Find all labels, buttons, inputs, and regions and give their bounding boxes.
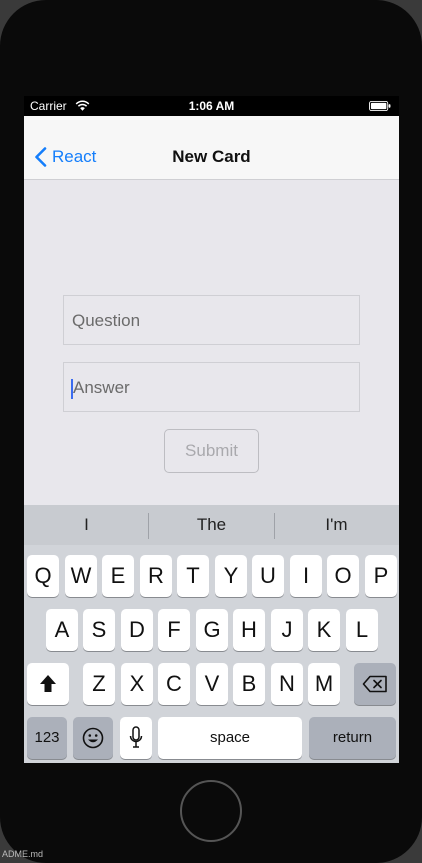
key-v[interactable]: V — [196, 663, 228, 705]
suggestion-item[interactable]: The — [149, 505, 274, 545]
submit-button[interactable]: Submit — [164, 429, 259, 473]
backspace-icon — [362, 675, 387, 693]
suggestion-item[interactable]: I — [24, 505, 149, 545]
key-c[interactable]: C — [158, 663, 190, 705]
page-title: New Card — [172, 147, 251, 166]
key-p[interactable]: P — [365, 555, 397, 597]
key-f[interactable]: F — [158, 609, 190, 651]
emoji-icon — [82, 727, 104, 749]
emoji-key[interactable] — [73, 717, 113, 759]
key-y[interactable]: Y — [215, 555, 247, 597]
key-l[interactable]: L — [346, 609, 378, 651]
key-a[interactable]: A — [46, 609, 78, 651]
shift-icon — [40, 675, 56, 692]
phone-screen: Carrier 1:06 AM React New Card Question … — [24, 96, 399, 763]
home-button[interactable] — [180, 780, 242, 842]
answer-placeholder: Answer — [73, 378, 130, 397]
navigation-bar: React New Card — [24, 116, 399, 180]
key-m[interactable]: M — [308, 663, 340, 705]
space-key[interactable]: space — [158, 717, 302, 759]
delete-key[interactable] — [354, 663, 396, 705]
keyboard: I The I'm Q W E R T Y U I O P A S D F G … — [24, 505, 399, 763]
background-window-text: ADME.md — [2, 849, 44, 859]
key-q[interactable]: Q — [27, 555, 59, 597]
key-e[interactable]: E — [102, 555, 134, 597]
key-s[interactable]: S — [83, 609, 115, 651]
shift-key[interactable] — [27, 663, 69, 705]
key-g[interactable]: G — [196, 609, 228, 651]
key-h[interactable]: H — [233, 609, 265, 651]
dictation-key[interactable] — [120, 717, 152, 759]
numbers-key[interactable]: 123 — [27, 717, 67, 759]
key-d[interactable]: D — [121, 609, 153, 651]
suggestion-bar: I The I'm — [24, 505, 399, 545]
key-r[interactable]: R — [140, 555, 172, 597]
question-input[interactable]: Question — [63, 295, 360, 345]
question-placeholder: Question — [72, 311, 141, 330]
status-time: 1:06 AM — [188, 99, 235, 113]
key-j[interactable]: J — [271, 609, 303, 651]
status-bar: Carrier 1:06 AM — [24, 96, 399, 116]
key-n[interactable]: N — [271, 663, 303, 705]
key-z[interactable]: Z — [83, 663, 115, 705]
key-b[interactable]: B — [233, 663, 265, 705]
key-i[interactable]: I — [290, 555, 322, 597]
suggestion-item[interactable]: I'm — [274, 505, 399, 545]
key-x[interactable]: X — [121, 663, 153, 705]
microphone-icon — [129, 726, 143, 748]
key-w[interactable]: W — [65, 555, 97, 597]
return-key[interactable]: return — [309, 717, 396, 759]
answer-input[interactable]: Answer — [63, 362, 360, 412]
key-k[interactable]: K — [308, 609, 340, 651]
key-o[interactable]: O — [327, 555, 359, 597]
key-t[interactable]: T — [177, 555, 209, 597]
battery-icon — [369, 101, 391, 111]
key-u[interactable]: U — [252, 555, 284, 597]
